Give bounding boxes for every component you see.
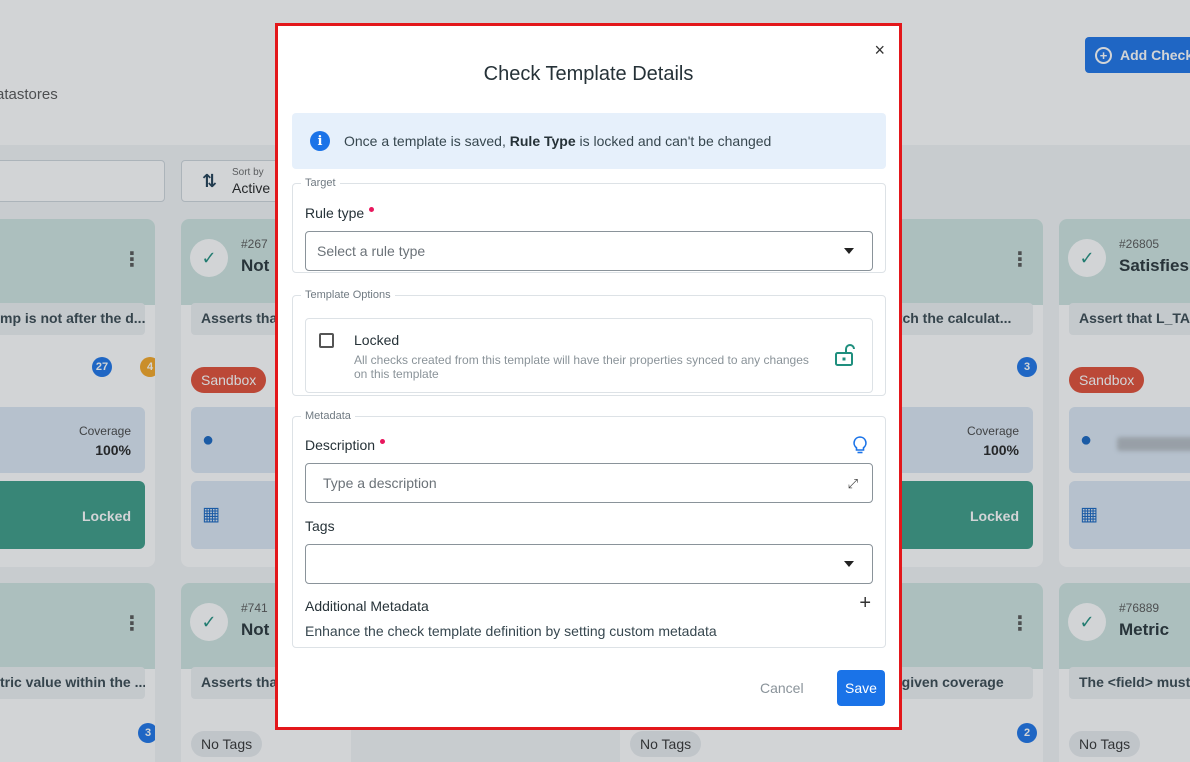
chevron-down-icon	[844, 561, 854, 567]
locked-checkbox[interactable]	[319, 333, 334, 348]
template-options-section: Template Options Locked All checks creat…	[292, 289, 886, 396]
target-section: Target Rule type Select a rule type	[292, 177, 886, 273]
locked-label: Locked	[354, 332, 400, 348]
save-button[interactable]: Save	[837, 670, 885, 706]
required-indicator	[380, 439, 386, 444]
description-input[interactable]: Type a description ⤢	[305, 463, 873, 503]
modal-title: Check Template Details	[483, 63, 694, 85]
info-text-bold: Rule Type	[509, 133, 576, 149]
expand-icon[interactable]: ⤢	[848, 476, 858, 492]
additional-metadata-help: Enhance the check template definition by…	[305, 623, 717, 639]
cancel-button[interactable]: Cancel	[760, 680, 804, 696]
required-indicator	[369, 207, 375, 212]
info-text-suffix: is locked and can't be changed	[579, 133, 772, 149]
unlock-icon	[834, 343, 856, 372]
metadata-legend: Metadata	[305, 410, 351, 422]
check-template-modal: × Check Template Details i Once a templa…	[275, 23, 902, 730]
info-icon: i	[310, 131, 330, 151]
description-placeholder: Type a description	[323, 475, 437, 491]
metadata-section: Metadata Description Type a description …	[292, 410, 886, 648]
info-banner: i Once a template is saved, Rule Type is…	[292, 113, 886, 169]
description-label: Description	[305, 437, 386, 453]
additional-metadata-title: Additional Metadata	[305, 598, 429, 614]
rule-type-placeholder: Select a rule type	[317, 243, 426, 259]
lightbulb-icon[interactable]	[853, 436, 867, 459]
rule-type-select[interactable]: Select a rule type	[305, 231, 873, 271]
tags-select[interactable]	[305, 544, 873, 584]
tags-label: Tags	[305, 518, 335, 534]
rule-type-label: Rule type	[305, 205, 375, 221]
template-options-legend: Template Options	[305, 289, 391, 301]
locked-option: Locked All checks created from this temp…	[305, 318, 873, 393]
close-icon[interactable]: ×	[874, 40, 885, 61]
chevron-down-icon	[844, 248, 854, 254]
info-text: Once a template is saved, Rule Type is l…	[344, 133, 771, 149]
target-legend: Target	[305, 177, 336, 189]
locked-help-text: All checks created from this template wi…	[354, 353, 809, 381]
add-metadata-plus-icon[interactable]: +	[859, 593, 871, 613]
info-text-prefix: Once a template is saved,	[344, 133, 506, 149]
